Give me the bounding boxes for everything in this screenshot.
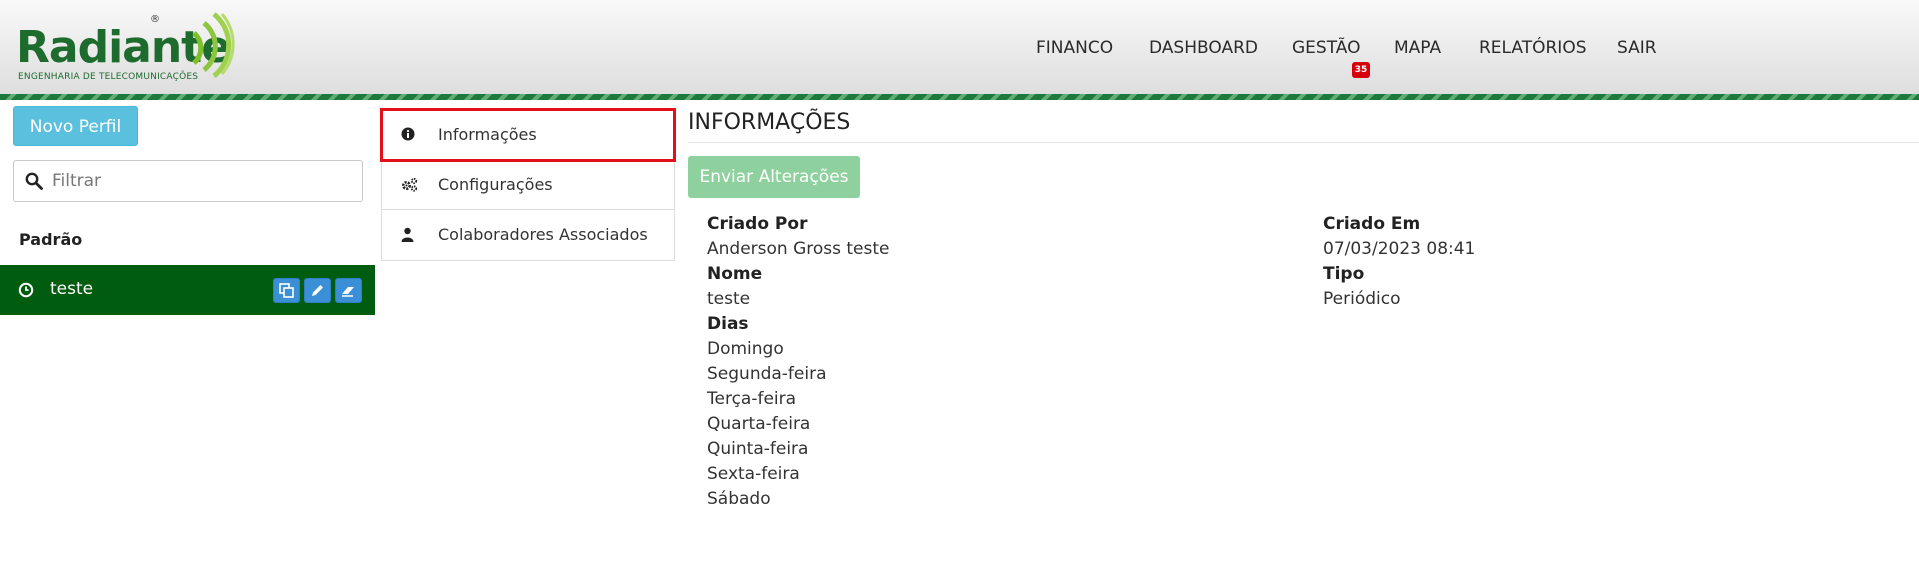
type-label: Tipo — [1323, 264, 1365, 284]
top-header: Radiante ® ENGENHARIA DE TELECOMUNICAÇÕE… — [0, 0, 1919, 94]
day-item: Domingo — [707, 339, 784, 359]
edit-profile-button[interactable] — [304, 278, 331, 303]
day-item: Sábado — [707, 489, 771, 509]
menu-item-configuracoes[interactable]: Configurações — [382, 160, 674, 210]
menu-item-informacoes[interactable]: Informações — [380, 108, 676, 162]
day-item: Terça-feira — [707, 389, 797, 409]
menu-item-label: Informações — [438, 125, 537, 144]
nav-dashboard[interactable]: DASHBOARD — [1149, 38, 1258, 58]
day-item: Sexta-feira — [707, 464, 800, 484]
filter-placeholder: Filtrar — [52, 171, 102, 191]
day-item: Quinta-feira — [707, 439, 809, 459]
gestao-count-badge: 35 — [1352, 62, 1370, 78]
signal-arcs-icon — [192, 12, 235, 78]
menu-item-label: Configurações — [438, 175, 553, 194]
logo-tagline: ENGENHARIA DE TELECOMUNICAÇÕES — [18, 72, 199, 82]
nav-mapa[interactable]: MAPA — [1394, 38, 1441, 58]
copy-profile-button[interactable] — [273, 278, 300, 303]
title-divider — [688, 142, 1919, 143]
info-left-column: Criado Por Anderson Gross teste Nome tes… — [707, 212, 890, 512]
nav-relatorios[interactable]: RELATÓRIOS — [1479, 38, 1587, 58]
registered-mark: ® — [150, 14, 160, 25]
eraser-icon — [342, 287, 354, 297]
created-at-value: 07/03/2023 08:41 — [1323, 239, 1476, 259]
day-item: Segunda-feira — [707, 364, 827, 384]
created-by-label: Criado Por — [707, 214, 808, 234]
radiante-logo[interactable]: Radiante ® ENGENHARIA DE TELECOMUNICAÇÕE… — [14, 6, 244, 86]
erase-profile-button[interactable] — [335, 278, 362, 303]
nav-sair[interactable]: SAIR — [1617, 38, 1657, 58]
menu-item-colaboradores[interactable]: Colaboradores Associados — [382, 210, 674, 260]
new-profile-button[interactable]: Novo Perfil — [13, 106, 138, 146]
filter-input[interactable]: Filtrar — [13, 160, 363, 202]
menu-item-label: Colaboradores Associados — [438, 225, 648, 244]
pencil-icon — [312, 285, 323, 296]
user-icon — [401, 227, 414, 242]
nav-gestao[interactable]: GESTÃO — [1292, 38, 1360, 58]
copy-icon — [279, 283, 294, 298]
profile-group-label: Padrão — [19, 230, 83, 249]
day-item: Quarta-feira — [707, 414, 811, 434]
profile-section-menu: Informações Configurações Colaboradores … — [380, 108, 676, 261]
page-title: INFORMAÇÕES — [688, 110, 851, 135]
profile-name: teste — [50, 279, 94, 299]
header-divider-stripe — [0, 94, 1919, 100]
clock-icon — [18, 282, 34, 298]
created-by-value: Anderson Gross teste — [707, 239, 890, 259]
name-label: Nome — [707, 264, 763, 284]
gears-icon — [401, 177, 418, 192]
submit-changes-button[interactable]: Enviar Alterações — [688, 156, 860, 198]
profile-list-item[interactable]: teste — [0, 265, 375, 315]
nav-financo[interactable]: FINANCO — [1036, 38, 1113, 58]
created-at-label: Criado Em — [1323, 214, 1421, 234]
days-label: Dias — [707, 314, 749, 334]
name-value: teste — [707, 289, 751, 309]
search-icon — [25, 172, 43, 190]
info-right-column: Criado Em 07/03/2023 08:41 Tipo Periódic… — [1323, 212, 1475, 312]
info-icon — [401, 127, 415, 141]
type-value: Periódico — [1323, 289, 1401, 309]
